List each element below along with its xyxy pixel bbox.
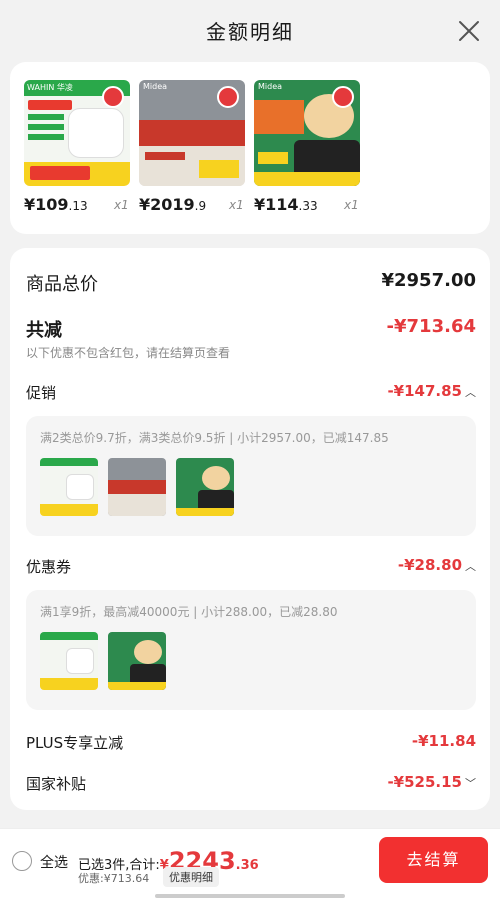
promo-product-thumb[interactable] (40, 458, 98, 516)
promo-row[interactable]: 促销 -¥147.85 ︿ (26, 382, 476, 402)
select-all-radio[interactable] (12, 851, 32, 871)
plus-label: PLUS专享立减 (26, 734, 124, 752)
promo-description: 满2类总价9.7折，满3类总价9.5折 | 小计2957.00，已减147.85 (40, 431, 389, 445)
subsidy-label: 国家补贴 (26, 775, 87, 793)
promo-product-thumb[interactable] (176, 458, 234, 516)
product-quantity: x1 (114, 198, 129, 212)
sheet-header: 金额明细 (0, 0, 500, 62)
reduce-row: 共减 -¥713.64 (26, 316, 476, 341)
product-image-range-hood[interactable]: Midea (139, 80, 245, 186)
promo-label: 促销 (26, 384, 57, 402)
selected-check-icon[interactable] (332, 86, 354, 108)
selected-check-icon[interactable] (217, 86, 239, 108)
sheet-title: 金额明细 (206, 20, 294, 44)
checkout-bar: 全选 已选3件,合计:¥2243.36 优惠:¥713.64 优惠明细 去结算 (0, 828, 500, 898)
coupon-row[interactable]: 优惠券 -¥28.80 ︿ (26, 556, 476, 576)
promo-product-thumb[interactable] (108, 458, 166, 516)
total-row: 商品总价 ¥2957.00 (26, 270, 476, 295)
discount-summary: 优惠:¥713.64 (78, 872, 150, 885)
coupon-value: -¥28.80 ︿ (397, 556, 476, 574)
amount-detail-sheet: 金额明细 WAHIN 华凌 ¥109.13 x1 Midea ¥2019.9 x… (0, 0, 500, 898)
coupon-label: 优惠券 (26, 558, 72, 576)
total-value: ¥2957.00 (381, 270, 476, 291)
chevron-down-icon[interactable]: ﹀ (465, 777, 476, 790)
close-icon[interactable] (458, 20, 480, 42)
plus-row: PLUS专享立减 -¥11.84 (26, 732, 476, 752)
product-image-induction-cooker[interactable]: Midea (254, 80, 360, 186)
product-item[interactable]: Midea ¥114.33 x1 (254, 80, 360, 214)
chevron-up-icon[interactable]: ︿ (465, 386, 476, 399)
product-item[interactable]: Midea ¥2019.9 x1 (139, 80, 245, 214)
plus-value: -¥11.84 (411, 732, 476, 750)
product-quantity: x1 (344, 198, 359, 212)
reduce-note: 以下优惠不包含红包，请在结算页查看 (26, 346, 231, 360)
product-price: ¥109.13 (24, 195, 88, 214)
product-image-rice-cooker[interactable]: WAHIN 华凌 (24, 80, 130, 186)
reduce-value: -¥713.64 (386, 316, 476, 337)
reduce-label: 共减 (26, 320, 62, 341)
total-label: 商品总价 (26, 274, 98, 295)
chevron-up-icon[interactable]: ︿ (465, 560, 476, 573)
coupon-detail-box: 满1享9折，最高减40000元 | 小计288.00，已减28.80 (26, 590, 476, 710)
subsidy-value: -¥525.15 ﹀ (387, 773, 476, 791)
coupon-description: 满1享9折，最高减40000元 | 小计288.00，已减28.80 (40, 605, 338, 619)
home-indicator (155, 894, 345, 898)
discount-detail-button[interactable]: 优惠明细 (163, 867, 219, 887)
coupon-product-thumb[interactable] (40, 632, 98, 690)
promo-detail-box: 满2类总价9.7折，满3类总价9.5折 | 小计2957.00，已减147.85 (26, 416, 476, 536)
coupon-product-thumb[interactable] (108, 632, 166, 690)
checkout-button[interactable]: 去结算 (379, 837, 488, 883)
product-item[interactable]: WAHIN 华凌 ¥109.13 x1 (24, 80, 130, 214)
product-list: WAHIN 华凌 ¥109.13 x1 Midea ¥2019.9 x1 Mid… (10, 62, 490, 234)
select-all-label[interactable]: 全选 (40, 852, 68, 872)
promo-value: -¥147.85 ︿ (387, 382, 476, 400)
selected-check-icon[interactable] (102, 86, 124, 108)
product-price: ¥2019.9 (139, 195, 207, 214)
product-price: ¥114.33 (254, 195, 318, 214)
price-breakdown: 商品总价 ¥2957.00 共减 -¥713.64 以下优惠不包含红包，请在结算… (10, 248, 490, 810)
subsidy-row[interactable]: 国家补贴 -¥525.15 ﹀ (26, 773, 476, 793)
product-quantity: x1 (229, 198, 244, 212)
